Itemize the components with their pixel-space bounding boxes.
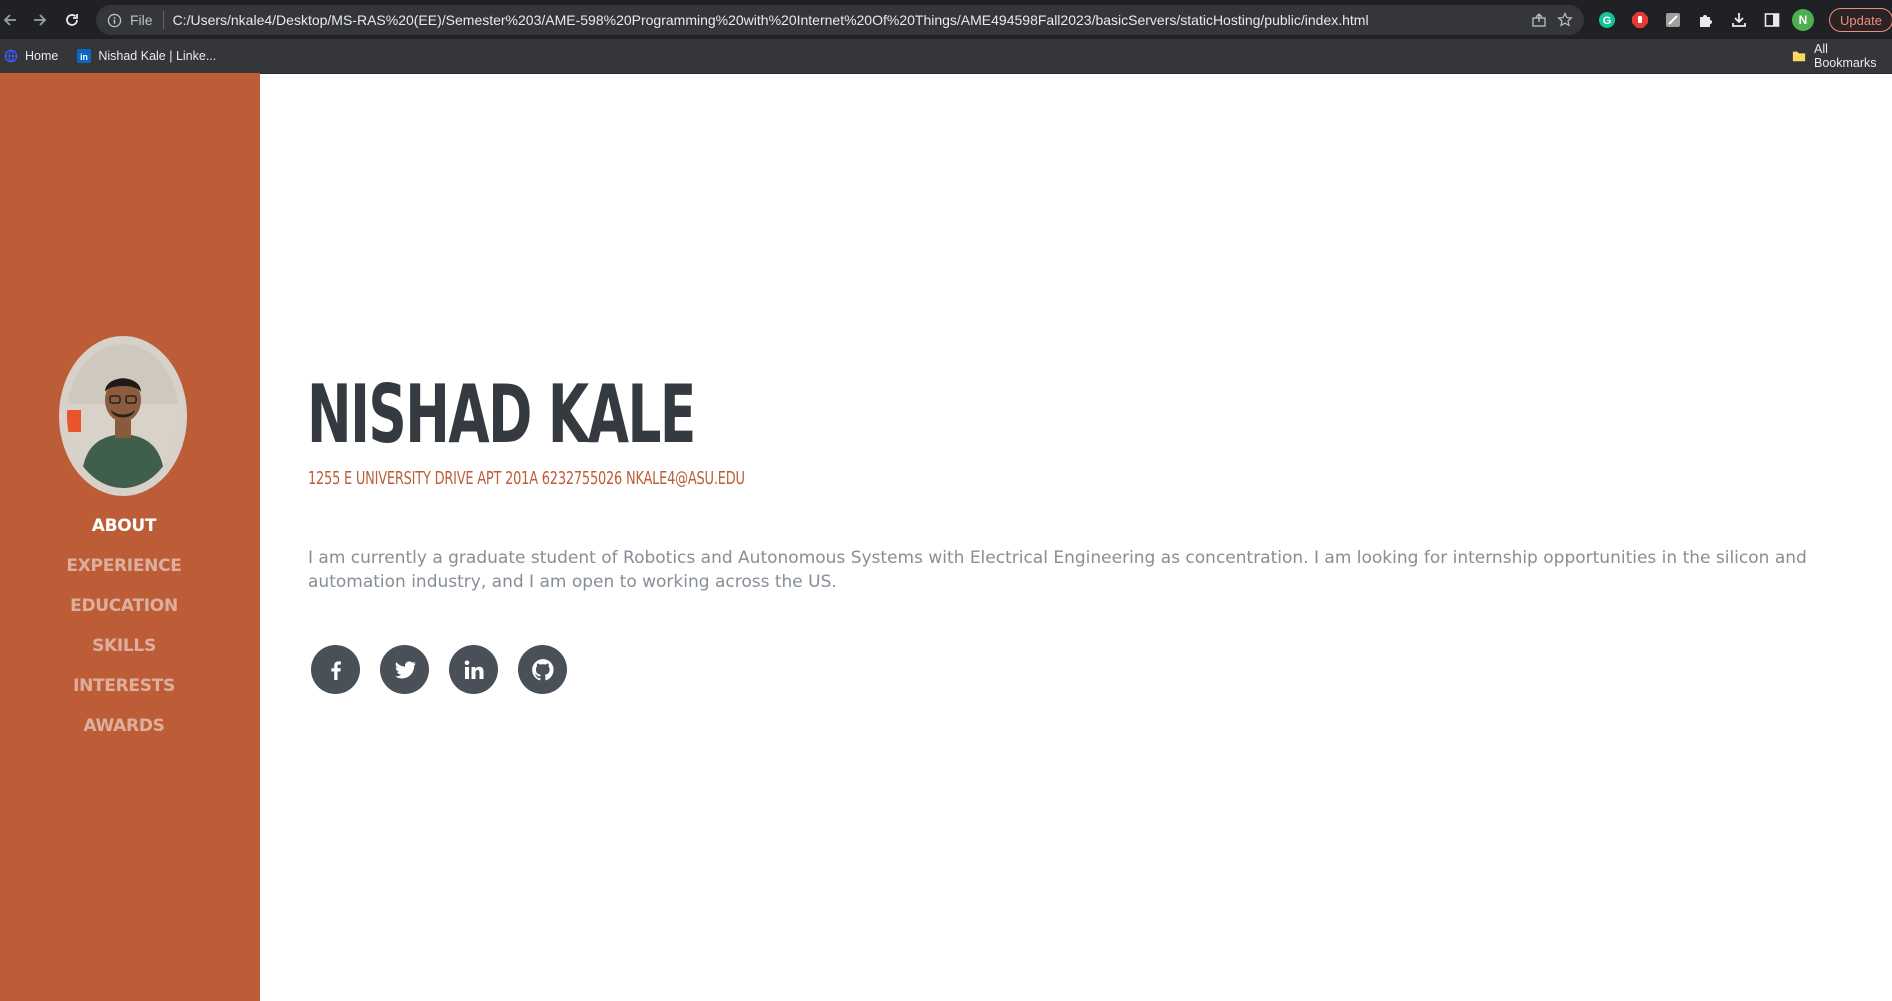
twitter-icon [394, 660, 416, 678]
address-bar[interactable]: File C:/Users/nkale4/Desktop/MS-RAS%20(E… [96, 5, 1584, 35]
nav-item-experience[interactable]: Experience [0, 546, 248, 586]
side-panel-icon[interactable] [1759, 7, 1785, 33]
bookmarks-bar: Home in Nishad Kale | Linke... All Bookm… [0, 39, 1892, 74]
browser-toolbar: File C:/Users/nkale4/Desktop/MS-RAS%20(E… [0, 0, 1892, 39]
forward-button[interactable] [27, 7, 53, 33]
nav-item-skills[interactable]: Skills [0, 626, 248, 666]
bookmark-home[interactable]: Home [3, 48, 58, 64]
github-icon [531, 658, 554, 680]
adblock-extension-icon[interactable] [1627, 7, 1653, 33]
bookmark-star-icon[interactable] [1552, 12, 1578, 28]
linkedin-icon [464, 660, 483, 679]
profile-photo [59, 336, 187, 496]
bookmark-label: Home [25, 49, 59, 63]
folder-icon [1792, 49, 1806, 63]
twitter-link[interactable] [380, 645, 429, 694]
contact-subheading: 1255 E UNIVERSITY DRIVE APT 201A 6232755… [308, 468, 745, 489]
social-icons [311, 645, 567, 694]
forward-arrow-icon [34, 13, 47, 26]
facebook-icon [330, 660, 341, 680]
svg-text:in: in [80, 52, 88, 62]
all-bookmarks-button[interactable]: All Bookmarks [1792, 39, 1892, 73]
reload-icon [66, 13, 78, 26]
share-icon[interactable] [1526, 12, 1552, 28]
scheme-label: File [130, 12, 153, 28]
info-icon[interactable] [106, 12, 122, 28]
github-link[interactable] [518, 645, 567, 694]
download-icon[interactable] [1726, 7, 1752, 33]
extension-icon[interactable] [1660, 7, 1686, 33]
bookmark-linkedin[interactable]: in Nishad Kale | Linke... [76, 48, 216, 64]
reload-button[interactable] [59, 7, 85, 33]
url-text[interactable]: C:/Users/nkale4/Desktop/MS-RAS%20(EE)/Se… [173, 12, 1526, 28]
nav-item-interests[interactable]: Interests [0, 666, 248, 706]
back-button[interactable] [0, 7, 23, 33]
nav-item-about[interactable]: About [0, 506, 248, 546]
bookmark-label: Nishad Kale | Linke... [98, 49, 217, 63]
back-arrow-icon [3, 13, 16, 26]
puzzle-icon[interactable] [1693, 7, 1719, 33]
page-title: NISHAD KALE [307, 368, 696, 461]
sidebar: About Experience Education Skills Intere… [0, 73, 260, 1001]
sidebar-nav: About Experience Education Skills Intere… [0, 506, 248, 746]
linkedin-link[interactable] [449, 645, 498, 694]
omnibox-divider [162, 11, 164, 29]
about-section: NISHAD KALE 1255 E UNIVERSITY DRIVE APT … [260, 73, 1892, 1001]
profile-avatar[interactable]: N [1792, 9, 1814, 31]
update-button[interactable]: Update [1829, 8, 1892, 32]
facebook-link[interactable] [311, 645, 360, 694]
nav-item-awards[interactable]: Awards [0, 706, 248, 746]
extensions-toolbar: G N Update [1594, 7, 1892, 33]
linkedin-icon: in [76, 48, 92, 64]
nav-item-education[interactable]: Education [0, 586, 248, 626]
grammarly-extension-icon[interactable]: G [1594, 7, 1620, 33]
svg-text:G: G [1603, 15, 1612, 27]
about-lead-text: I am currently a graduate student of Rob… [308, 548, 1807, 592]
all-bookmarks-label: All Bookmarks [1814, 42, 1877, 70]
globe-icon [3, 48, 19, 64]
